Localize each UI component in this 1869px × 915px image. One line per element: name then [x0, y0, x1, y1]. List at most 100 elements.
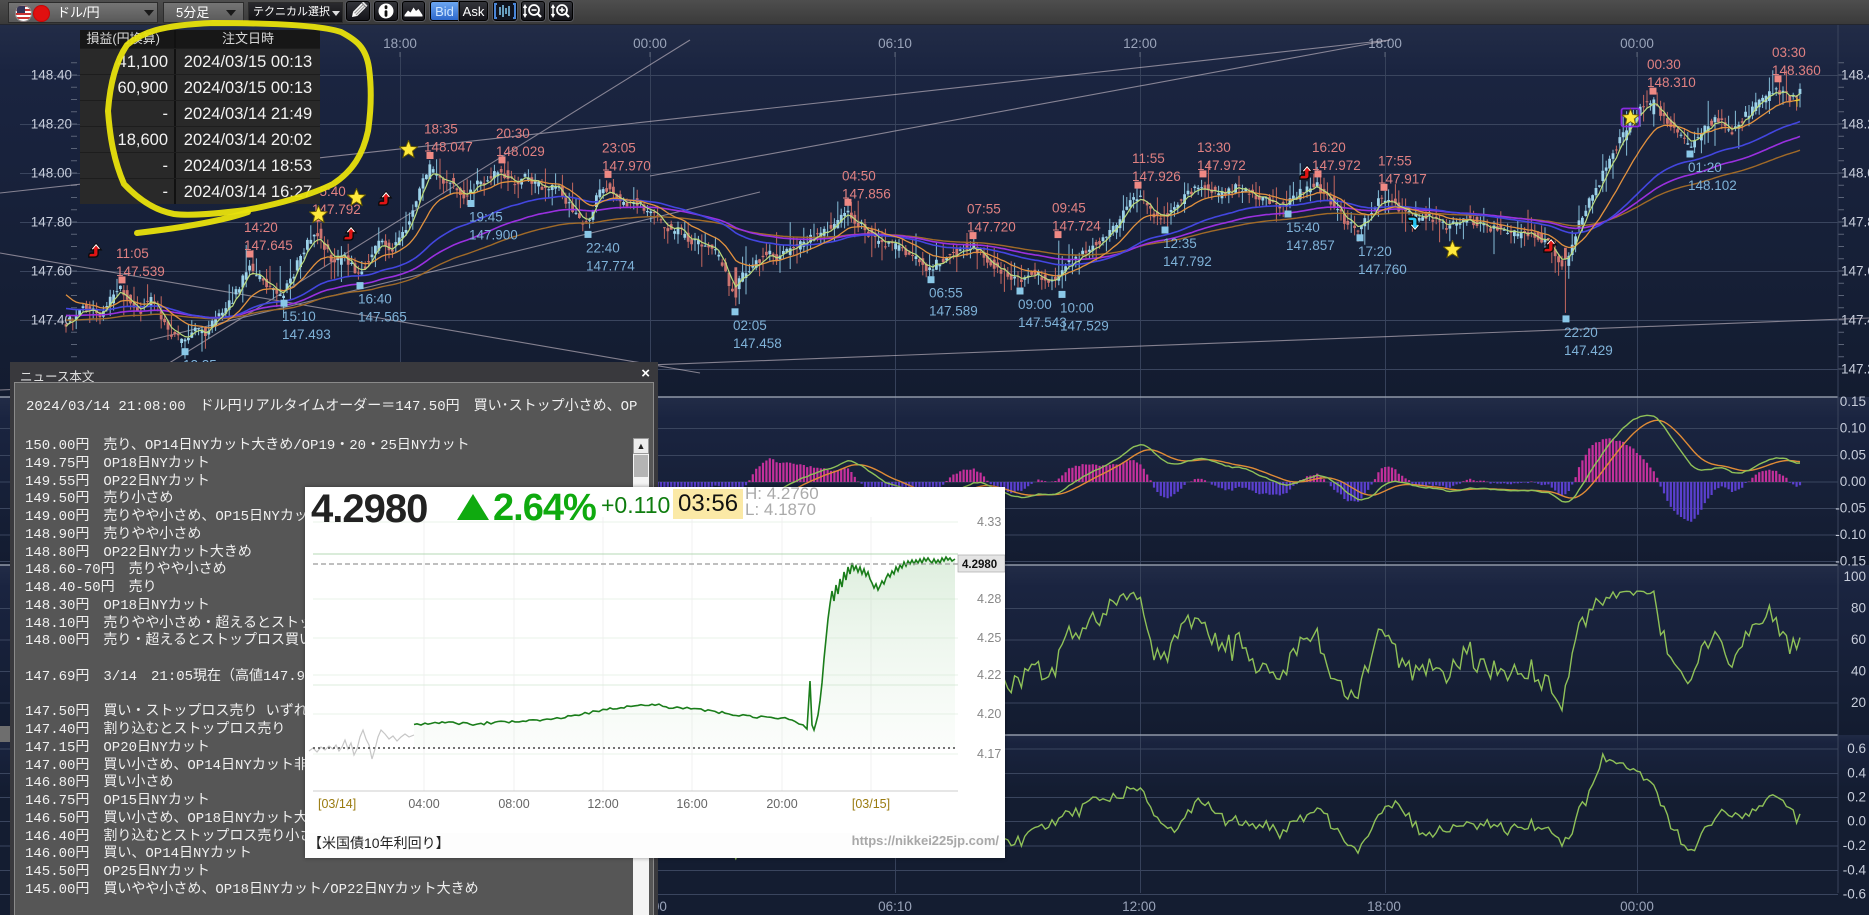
svg-text:09:00: 09:00	[1018, 297, 1052, 312]
svg-text:147.774: 147.774	[586, 258, 635, 273]
svg-text:-0.2: -0.2	[1843, 838, 1866, 853]
svg-text:4.17: 4.17	[977, 747, 1001, 761]
svg-text:12:00: 12:00	[1122, 899, 1156, 914]
svg-text:0.2: 0.2	[1847, 790, 1866, 805]
svg-text:12:00: 12:00	[1123, 36, 1157, 51]
svg-text:20: 20	[1851, 695, 1866, 710]
svg-text:10:00: 10:00	[1060, 300, 1094, 315]
svg-text:22:20: 22:20	[1564, 325, 1598, 340]
svg-text:23:05: 23:05	[602, 140, 636, 155]
svg-text:147.917: 147.917	[1378, 171, 1427, 186]
svg-text:148.102: 148.102	[1688, 178, 1737, 193]
svg-text:00:00: 00:00	[1620, 899, 1654, 914]
svg-text:148.029: 148.029	[496, 144, 545, 159]
svg-text:4.33: 4.33	[977, 515, 1001, 529]
svg-text:11:05: 11:05	[116, 246, 149, 261]
svg-text:04:50: 04:50	[842, 168, 876, 183]
svg-text:148.00: 148.00	[31, 166, 72, 181]
svg-text:07:55: 07:55	[967, 202, 1001, 217]
svg-text:147.20: 147.20	[1841, 362, 1869, 377]
svg-text:148.40: 148.40	[31, 68, 72, 83]
svg-text:00:00: 00:00	[1620, 36, 1654, 51]
svg-text:147.926: 147.926	[1132, 169, 1181, 184]
svg-text:06:10: 06:10	[878, 899, 912, 914]
svg-text:-0.6: -0.6	[1843, 887, 1866, 902]
svg-text:-0.4: -0.4	[1843, 863, 1867, 878]
svg-text:4.20: 4.20	[977, 707, 1001, 721]
svg-text:-0.15: -0.15	[1835, 554, 1866, 569]
svg-text:06:10: 06:10	[878, 36, 912, 51]
svg-text:4.2980: 4.2980	[962, 559, 997, 571]
svg-text:0.10: 0.10	[1840, 421, 1866, 436]
svg-text:147.539: 147.539	[116, 264, 165, 279]
svg-text:147.645: 147.645	[244, 238, 293, 253]
svg-text:00:30: 00:30	[1647, 57, 1681, 72]
svg-text:04:00: 04:00	[408, 797, 439, 811]
svg-text:18:35: 18:35	[424, 122, 458, 137]
svg-text:03:30: 03:30	[1772, 45, 1806, 60]
svg-text:148.40: 148.40	[1841, 68, 1869, 83]
svg-text:148.310: 148.310	[1647, 75, 1696, 90]
svg-text:0.6: 0.6	[1847, 741, 1866, 756]
svg-text:147.972: 147.972	[1312, 158, 1361, 173]
svg-text:147.80: 147.80	[1841, 215, 1869, 230]
svg-text:147.60: 147.60	[1841, 264, 1869, 279]
svg-text:147.60: 147.60	[31, 264, 72, 279]
svg-text:0.15: 0.15	[1840, 394, 1866, 409]
svg-text:18:00: 18:00	[383, 36, 417, 51]
svg-text:02:05: 02:05	[733, 318, 767, 333]
svg-text:16:00: 16:00	[676, 797, 707, 811]
svg-text:147.760: 147.760	[1358, 262, 1407, 277]
svg-text:[03/14]: [03/14]	[318, 797, 356, 811]
svg-text:19:45: 19:45	[469, 210, 503, 225]
svg-text:06:55: 06:55	[929, 286, 963, 301]
svg-text:0.0: 0.0	[1847, 814, 1866, 829]
svg-text:-0.10: -0.10	[1835, 527, 1866, 542]
svg-text:-0.05: -0.05	[1835, 501, 1866, 516]
svg-text:†: †	[1794, 97, 1800, 109]
svg-text:147.972: 147.972	[1197, 158, 1246, 173]
svg-text:148.20: 148.20	[31, 117, 72, 132]
svg-text:0.4: 0.4	[1847, 766, 1866, 781]
svg-text:147.429: 147.429	[1564, 343, 1613, 358]
svg-text:17:20: 17:20	[1358, 244, 1392, 259]
svg-text:14:20: 14:20	[244, 220, 278, 235]
svg-text:148.00: 148.00	[1841, 166, 1869, 181]
svg-text:147.724: 147.724	[1052, 219, 1101, 234]
svg-text:4.22: 4.22	[977, 668, 1001, 682]
svg-text:22:40: 22:40	[586, 240, 620, 255]
svg-text:147.493: 147.493	[282, 327, 331, 342]
svg-text:147.529: 147.529	[1060, 318, 1109, 333]
svg-text:147.720: 147.720	[967, 220, 1016, 235]
svg-text:147.792: 147.792	[1163, 254, 1212, 269]
svg-text:148.360: 148.360	[1772, 63, 1821, 78]
svg-text:20:30: 20:30	[496, 126, 530, 141]
svg-text:147.458: 147.458	[733, 336, 782, 351]
svg-text:15:40: 15:40	[1286, 220, 1320, 235]
svg-text:00:00: 00:00	[633, 36, 667, 51]
svg-text:0.00: 0.00	[1840, 474, 1866, 489]
svg-text:148.20: 148.20	[1841, 117, 1869, 132]
svg-text:20:00: 20:00	[766, 797, 797, 811]
svg-text:147.565: 147.565	[358, 310, 407, 325]
svg-text:148.047: 148.047	[424, 140, 473, 155]
svg-text:16:20: 16:20	[1312, 140, 1346, 155]
svg-text:17:55: 17:55	[1378, 153, 1412, 168]
svg-text:11:55: 11:55	[1132, 151, 1165, 166]
svg-text:18:00: 18:00	[1367, 899, 1401, 914]
svg-text:80: 80	[1851, 601, 1866, 616]
svg-text:4.28: 4.28	[977, 592, 1001, 606]
svg-text:147.856: 147.856	[842, 186, 891, 201]
svg-text:147.857: 147.857	[1286, 238, 1335, 253]
svg-text:12:00: 12:00	[587, 797, 618, 811]
svg-text:147.80: 147.80	[31, 215, 72, 230]
svg-text:15:10: 15:10	[282, 309, 316, 324]
svg-text:13:30: 13:30	[1197, 140, 1231, 155]
svg-text:0.05: 0.05	[1840, 448, 1866, 463]
svg-text:4.25: 4.25	[977, 631, 1001, 645]
svg-text:147.900: 147.900	[469, 228, 518, 243]
svg-text:147.589: 147.589	[929, 304, 978, 319]
svg-text:08:00: 08:00	[498, 797, 529, 811]
svg-text:40: 40	[1851, 664, 1866, 679]
svg-text:147.40: 147.40	[1841, 313, 1869, 328]
